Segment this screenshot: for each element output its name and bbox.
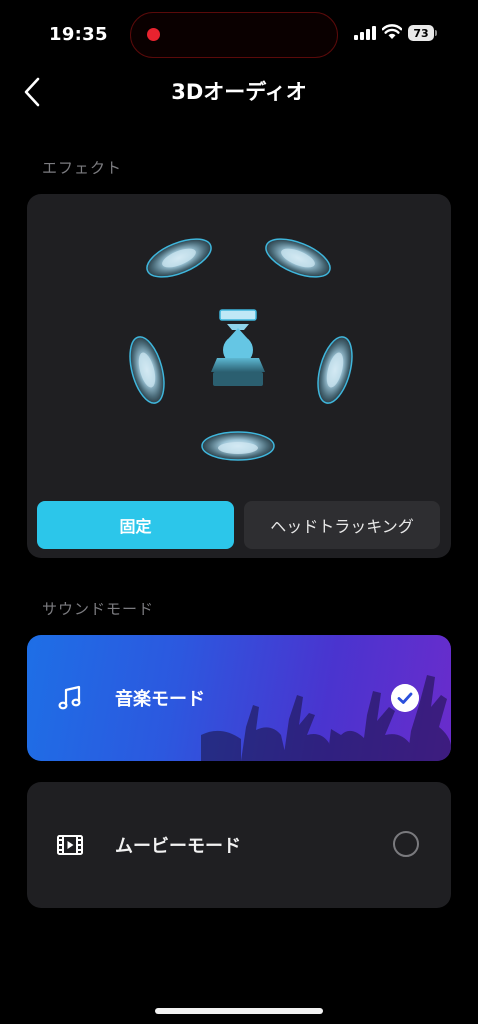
checkmark-icon [391,684,419,712]
recording-indicator-icon [147,28,160,41]
radio-unselected-icon[interactable] [393,831,419,857]
sound-mode-section-label: サウンドモード [42,600,155,618]
fixed-button[interactable]: 固定 [37,501,234,549]
home-indicator[interactable] [155,1008,323,1014]
head-tracking-button[interactable]: ヘッドトラッキング [244,501,440,549]
speaker-top-left-icon [146,238,212,278]
battery-icon: 73 [408,25,434,41]
music-note-icon [58,685,81,710]
wifi-icon [382,24,402,39]
listener-icon [211,309,265,386]
music-mode-option[interactable]: 音楽モード [27,635,451,761]
status-bar: 19:35 73 [0,0,478,70]
dynamic-island [130,12,338,58]
battery-tip [435,30,437,36]
spatial-audio-illustration [129,238,353,461]
movie-mode-option[interactable]: ムービーモード [27,782,451,908]
speaker-top-right-icon [265,238,331,278]
screen: 19:35 73 3Dオーディオ エフェクト 固定 ヘッドトラッキング サウンド… [0,0,478,1024]
status-time: 19:35 [49,24,108,45]
music-mode-label: 音楽モード [115,689,205,710]
speaker-right-icon [317,336,353,404]
battery-level: 73 [413,26,429,40]
movie-mode-label: ムービーモード [115,836,241,857]
page-title: 3Dオーディオ [171,80,307,104]
effect-card: 固定 ヘッドトラッキング [27,194,451,558]
speaker-left-icon [129,336,165,404]
cellular-signal-icon [354,26,376,40]
effect-section-label: エフェクト [42,159,123,177]
film-icon [57,835,83,855]
speaker-bottom-icon [201,431,275,461]
